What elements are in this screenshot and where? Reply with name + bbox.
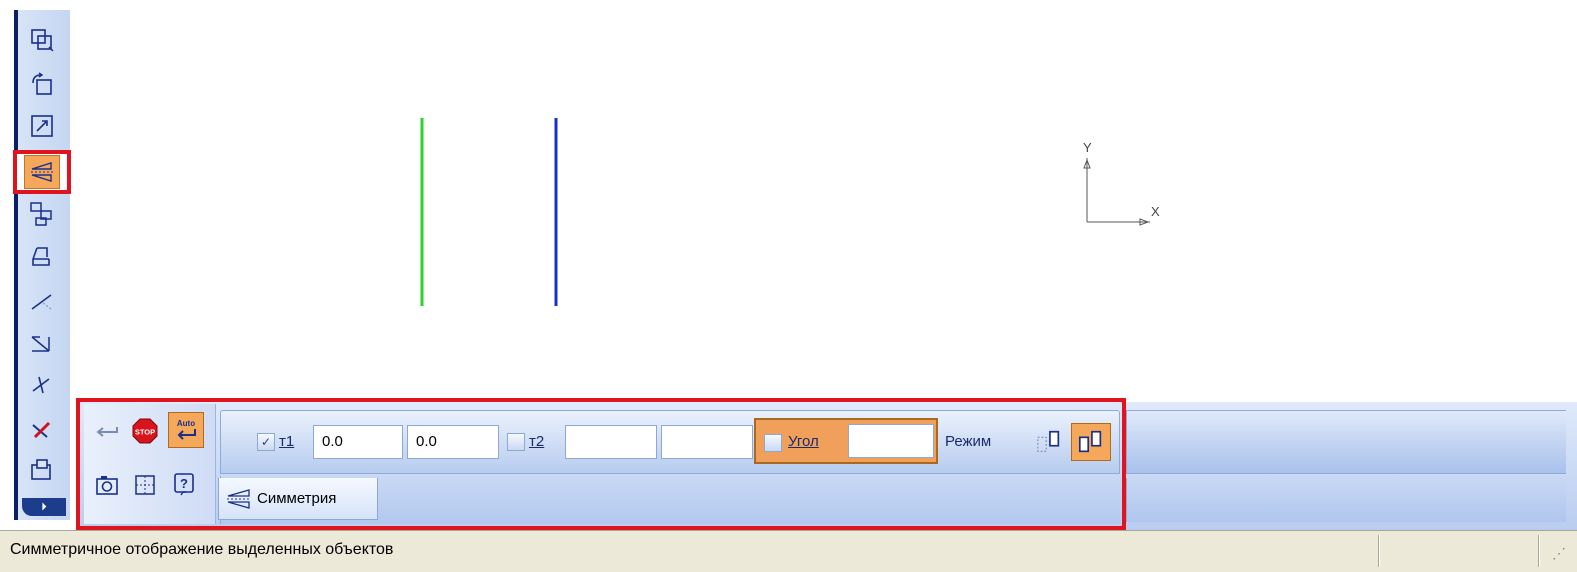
toolbar-more-button[interactable]: ⏵ — [22, 498, 66, 516]
deform-button[interactable] — [22, 240, 62, 276]
help-icon: ? — [174, 473, 194, 496]
t1-checkbox[interactable]: ✓ — [257, 433, 275, 451]
rotate-button[interactable] — [22, 66, 62, 102]
symmetry-button[interactable] — [13, 150, 71, 194]
t2-checkbox[interactable] — [507, 433, 525, 451]
resize-grip-icon[interactable]: ⋰ — [1552, 545, 1566, 562]
status-bar: Симметричное отображение выделенных объе… — [0, 530, 1577, 572]
snapshot-icon — [96, 476, 118, 495]
mode-keep-originals-button[interactable] — [1035, 427, 1063, 457]
panel-empty-area — [1126, 410, 1566, 474]
trim-button[interactable] — [22, 284, 62, 320]
angle-label: Угол — [788, 433, 819, 450]
parameters-row: ✓ т1 0.0 0.0 т2 Режим — [220, 410, 1120, 474]
scale-icon — [31, 115, 53, 137]
t2-x-field[interactable] — [565, 425, 657, 459]
axis-y-label: Y — [1083, 140, 1092, 155]
svg-text:Auto: Auto — [177, 419, 195, 428]
shift-button[interactable] — [22, 22, 62, 58]
trim-icon — [31, 294, 52, 310]
t1-y-field[interactable]: 0.0 — [407, 425, 499, 459]
t1-label: т1 — [279, 433, 295, 450]
angle-group: Угол — [754, 418, 938, 464]
create-object-button[interactable] — [90, 414, 124, 448]
mode-delete-originals-button[interactable] — [1071, 423, 1111, 461]
angle-checkbox[interactable] — [764, 434, 782, 452]
delete-icon — [32, 421, 51, 439]
drawing-canvas[interactable]: Y X — [78, 0, 1577, 398]
mode-label: Режим — [945, 433, 992, 450]
more-arrow-icon: ⏵ — [41, 500, 47, 513]
mode-keep-originals-icon — [1037, 430, 1060, 452]
coordinate-axes: Y X — [1083, 140, 1160, 226]
status-separator — [1378, 535, 1380, 567]
edit-toolbar: ⏵ — [0, 0, 78, 530]
clear-area-icon — [31, 459, 51, 480]
axis-x-label: X — [1151, 204, 1160, 219]
break-icon — [32, 376, 50, 394]
mode-delete-originals-icon — [1078, 430, 1102, 453]
stop-icon: STOP — [132, 418, 158, 444]
trim-two-points-button[interactable] — [22, 326, 62, 362]
delete-button[interactable] — [22, 412, 62, 448]
auto-create-button[interactable]: Auto — [168, 412, 204, 448]
panel-tab-area-empty — [1126, 478, 1566, 522]
symmetry-icon — [31, 162, 53, 182]
trim-by-two-points-icon — [31, 336, 50, 352]
copy-icon — [30, 202, 52, 226]
t2-label: т2 — [529, 433, 545, 450]
scale-button[interactable] — [22, 108, 62, 144]
tab-symmetry[interactable]: Симметрия — [218, 478, 378, 520]
fit-button[interactable] — [128, 468, 162, 502]
svg-text:STOP: STOP — [135, 428, 155, 437]
special-controls: STOP Auto ? — [84, 404, 216, 524]
auto-create-icon: Auto — [177, 419, 196, 440]
t1-x-field[interactable]: 0.0 — [313, 425, 403, 459]
svg-text:?: ? — [180, 476, 188, 491]
help-button[interactable]: ? — [168, 468, 202, 502]
t2-y-field[interactable] — [661, 425, 753, 459]
clear-area-button[interactable] — [22, 452, 62, 488]
copy-button[interactable] — [22, 196, 62, 232]
canvas-svg: Y X — [420, 118, 1160, 306]
symmetry-button-inner — [24, 155, 60, 189]
shift-icon — [31, 29, 54, 52]
deform-icon — [32, 247, 50, 266]
fit-icon — [135, 475, 155, 495]
symmetry-tab-icon — [227, 488, 251, 509]
rotate-icon — [32, 72, 52, 95]
tab-symmetry-label: Симметрия — [257, 490, 337, 507]
t1-check-mark-icon: ✓ — [260, 435, 272, 449]
stop-button[interactable]: STOP — [128, 414, 162, 448]
angle-field[interactable] — [848, 424, 934, 458]
status-message: Симметричное отображение выделенных объе… — [10, 541, 394, 558]
snapshot-button[interactable] — [90, 468, 124, 502]
break-button[interactable] — [22, 368, 62, 404]
status-separator — [1538, 535, 1540, 567]
enter-icon — [96, 427, 118, 437]
